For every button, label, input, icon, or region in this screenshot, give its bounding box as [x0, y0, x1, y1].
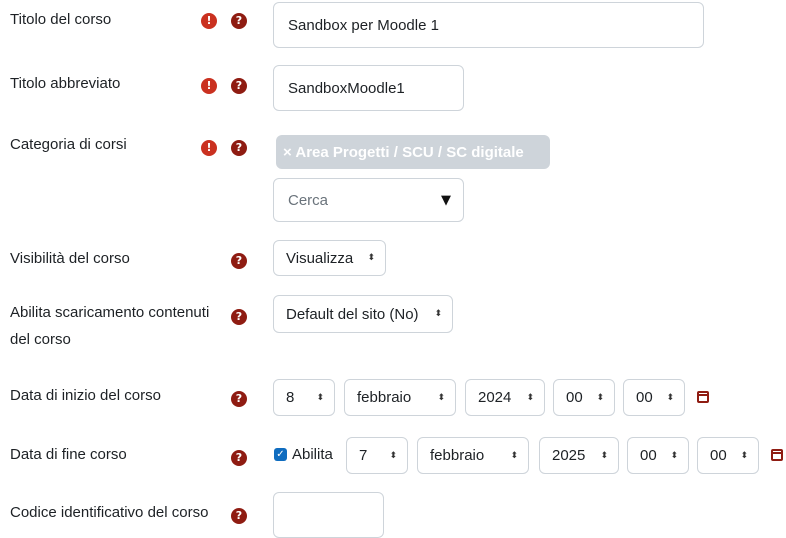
start-month-value: febbraio: [357, 389, 412, 406]
select-arrow-icon: ⬍: [437, 392, 445, 403]
download-content-label-cont: del corso: [10, 331, 71, 348]
visibility-select[interactable]: Visualizza ⬍: [273, 240, 386, 276]
calendar-icon[interactable]: [697, 391, 709, 403]
start-hour-select[interactable]: 00 ⬍: [553, 379, 615, 416]
end-day-select[interactable]: 7 ⬍: [346, 437, 408, 474]
start-day-select[interactable]: 8 ⬍: [273, 379, 335, 416]
end-date-label: Data di fine corso: [10, 446, 127, 463]
help-icon[interactable]: ?: [231, 309, 247, 325]
end-minute-value: 00: [710, 447, 727, 464]
help-icon[interactable]: ?: [231, 78, 247, 94]
select-arrow-icon: ⬍: [434, 309, 442, 319]
end-minute-select[interactable]: 00 ⬍: [697, 437, 759, 474]
short-name-value: SandboxMoodle1: [288, 79, 405, 97]
download-content-select[interactable]: Default del sito (No) ⬍: [273, 295, 453, 333]
category-search-input[interactable]: Cerca ▼: [273, 178, 464, 222]
select-arrow-icon: ⬍: [367, 253, 375, 263]
download-content-value: Default del sito (No): [286, 305, 419, 323]
course-title-input[interactable]: Sandbox per Moodle 1: [273, 2, 704, 48]
start-minute-value: 00: [636, 389, 653, 406]
help-icon[interactable]: ?: [231, 508, 247, 524]
required-icon: !: [201, 13, 217, 29]
select-arrow-icon: ⬍: [389, 450, 397, 461]
calendar-icon[interactable]: [771, 449, 783, 461]
help-icon[interactable]: ?: [231, 450, 247, 466]
select-arrow-icon: ⬍: [510, 450, 518, 461]
select-arrow-icon: ⬍: [740, 450, 748, 461]
select-arrow-icon: ⬍: [316, 392, 324, 403]
select-arrow-icon: ⬍: [600, 450, 608, 461]
end-hour-select[interactable]: 00 ⬍: [627, 437, 689, 474]
id-number-label: Codice identificativo del corso: [10, 504, 209, 521]
help-icon[interactable]: ?: [231, 391, 247, 407]
select-arrow-icon: ⬍: [526, 392, 534, 403]
end-month-value: febbraio: [430, 447, 485, 464]
visibility-value: Visualizza: [286, 249, 354, 267]
course-title-label: Titolo del corso: [10, 11, 112, 28]
end-date-enable-checkbox[interactable]: ✓: [274, 448, 287, 461]
required-icon: !: [201, 140, 217, 156]
select-arrow-icon: ⬍: [596, 392, 604, 403]
start-month-select[interactable]: febbraio ⬍: [344, 379, 456, 416]
short-name-input[interactable]: SandboxMoodle1: [273, 65, 464, 111]
id-number-input[interactable]: [273, 492, 384, 538]
category-tag[interactable]: × Area Progetti / SCU / SC digitale: [276, 135, 550, 169]
end-year-value: 2025: [552, 447, 586, 464]
start-year-value: 2024: [478, 389, 512, 406]
end-hour-value: 00: [640, 447, 657, 464]
start-date-label: Data di inizio del corso: [10, 387, 161, 404]
select-arrow-icon: ⬍: [670, 450, 678, 461]
visibility-label: Visibilità del corso: [10, 250, 130, 267]
course-title-value: Sandbox per Moodle 1: [288, 16, 439, 34]
start-hour-value: 00: [566, 389, 583, 406]
help-icon[interactable]: ?: [231, 253, 247, 269]
start-day-value: 8: [286, 389, 295, 406]
start-minute-select[interactable]: 00 ⬍: [623, 379, 685, 416]
end-month-select[interactable]: febbraio ⬍: [417, 437, 529, 474]
select-arrow-icon: ⬍: [666, 392, 674, 403]
short-name-label: Titolo abbreviato: [10, 75, 121, 92]
category-tag-label: × Area Progetti / SCU / SC digitale: [283, 143, 524, 161]
dropdown-arrow-icon[interactable]: ▼: [441, 193, 451, 208]
help-icon[interactable]: ?: [231, 140, 247, 156]
end-day-value: 7: [359, 447, 368, 464]
category-label: Categoria di corsi: [10, 136, 127, 153]
required-icon: !: [201, 78, 217, 94]
start-year-select[interactable]: 2024 ⬍: [465, 379, 545, 416]
end-date-enable-label[interactable]: Abilita: [292, 441, 333, 469]
end-year-select[interactable]: 2025 ⬍: [539, 437, 619, 474]
download-content-label: Abilita scaricamento contenuti: [10, 304, 210, 321]
help-icon[interactable]: ?: [231, 13, 247, 29]
category-search-placeholder: Cerca: [288, 191, 329, 209]
